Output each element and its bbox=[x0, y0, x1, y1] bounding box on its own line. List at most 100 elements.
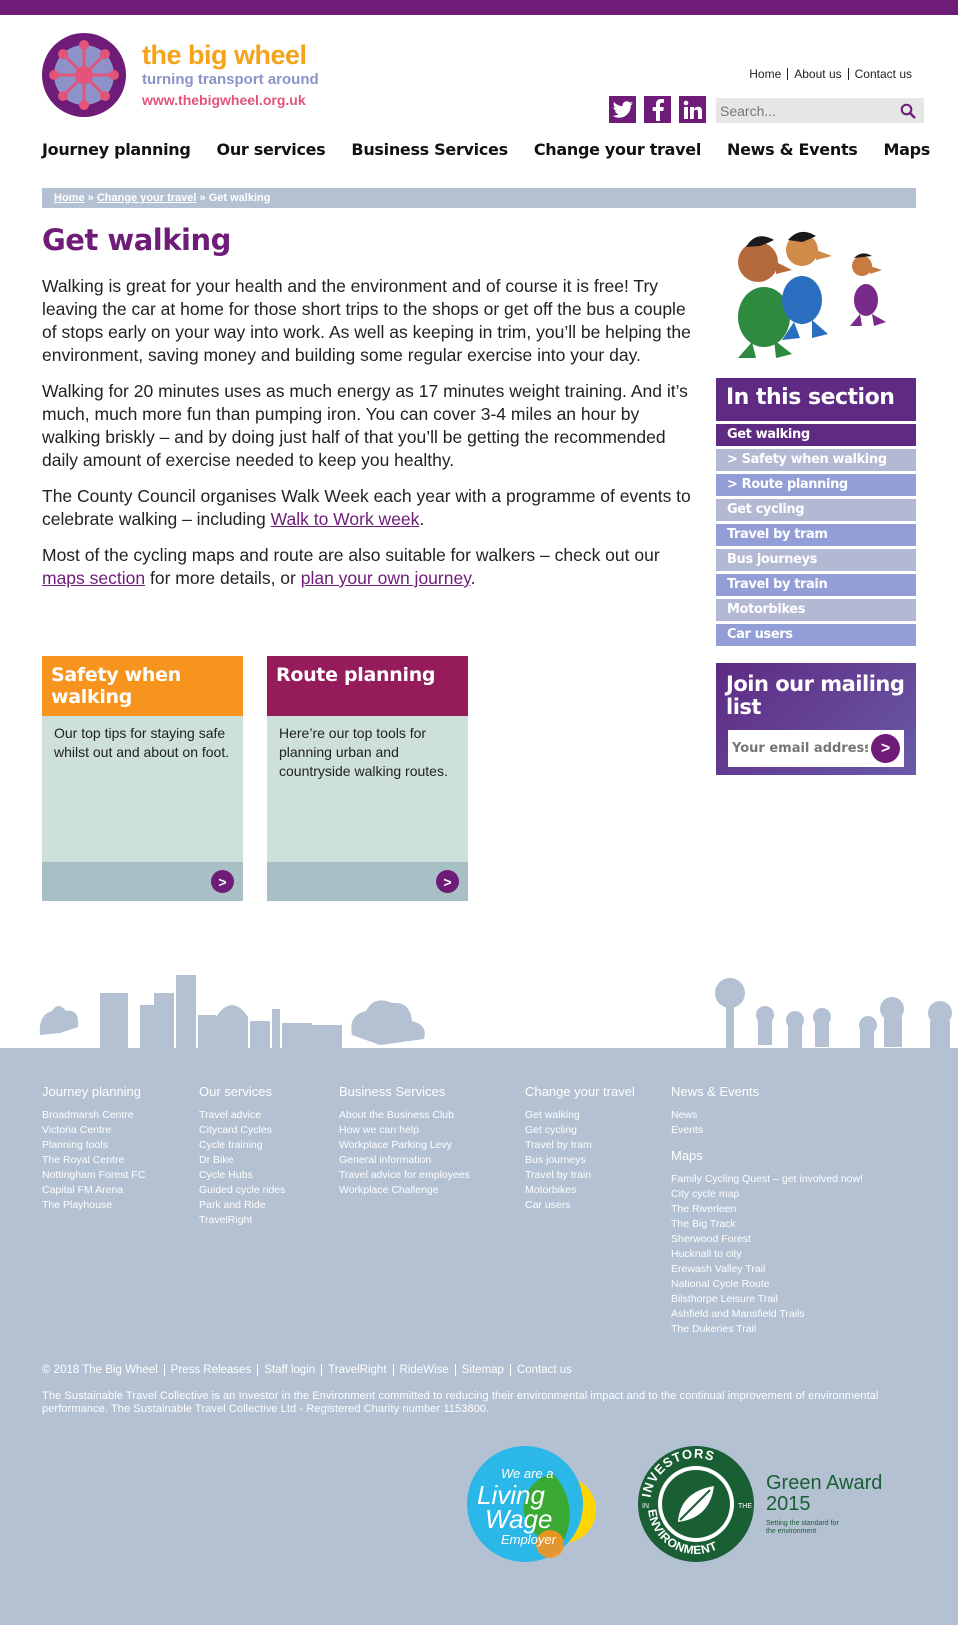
footer-link[interactable]: General information bbox=[339, 1153, 470, 1168]
footer-link[interactable]: Dr Bike bbox=[199, 1153, 285, 1168]
toplink-about[interactable]: About us bbox=[787, 68, 847, 80]
footer-link[interactable]: Travel advice for employees bbox=[339, 1168, 470, 1183]
badge-ring-in: IN bbox=[642, 1503, 649, 1510]
footer-link[interactable]: The Riverleen bbox=[671, 1202, 863, 1217]
footer-bottom-link[interactable]: Press Releases bbox=[163, 1364, 258, 1376]
logo-title: the big wheel bbox=[142, 40, 307, 70]
card-footer: > bbox=[42, 862, 243, 901]
sidebar-item-motorbikes[interactable]: Motorbikes bbox=[716, 599, 916, 621]
toplink-contact[interactable]: Contact us bbox=[847, 68, 912, 80]
footer-link[interactable]: Guided cycle rides bbox=[199, 1183, 285, 1198]
footer-link[interactable]: Workplace Parking Levy bbox=[339, 1138, 470, 1153]
footer-link[interactable]: Workplace Challenge bbox=[339, 1183, 470, 1198]
footer-link[interactable]: Car users bbox=[525, 1198, 635, 1213]
footer-link[interactable]: Planning tools bbox=[42, 1138, 145, 1153]
footer-link[interactable]: Bilsthorpe Leisure Trail bbox=[671, 1292, 863, 1307]
nav-maps[interactable]: Maps bbox=[884, 140, 931, 159]
sidebar-item-travel-by-train[interactable]: Travel by train bbox=[716, 574, 916, 596]
footer-link[interactable]: Get walking bbox=[525, 1108, 635, 1123]
footer-link[interactable]: Travel advice bbox=[199, 1108, 285, 1123]
footer-link[interactable]: The Dukeries Trail bbox=[671, 1322, 863, 1337]
search-box bbox=[716, 98, 924, 123]
arrow-right-icon[interactable]: > bbox=[211, 870, 234, 893]
footer-col-our-services: Our services Travel advice Citycard Cycl… bbox=[199, 1084, 285, 1228]
footer-link[interactable]: Park and Ride bbox=[199, 1198, 285, 1213]
logo-text: the big wheel turning transport around w… bbox=[142, 40, 319, 110]
badge-text: Employer bbox=[501, 1532, 557, 1547]
sidebar-item-get-walking[interactable]: Get walking bbox=[716, 424, 916, 446]
plan-journey-link[interactable]: plan your own journey bbox=[301, 568, 471, 588]
facebook-icon[interactable] bbox=[644, 96, 671, 123]
badge-ring-the: THE bbox=[738, 1503, 752, 1510]
sidebar-item-bus-journeys[interactable]: Bus journeys bbox=[716, 549, 916, 571]
sidebar-item-safety-when-walking[interactable]: > Safety when walking bbox=[716, 449, 916, 471]
section-sidebar: In this section Get walking > Safety whe… bbox=[716, 378, 916, 646]
footer-link[interactable]: Motorbikes bbox=[525, 1183, 635, 1198]
walk-to-work-link[interactable]: Walk to Work week bbox=[271, 509, 420, 529]
footer-link[interactable]: Hucknall to city bbox=[671, 1247, 863, 1262]
card-safety-when-walking[interactable]: Safety when walking Our top tips for sta… bbox=[42, 656, 243, 901]
footer-bottom-link[interactable]: Sitemap bbox=[454, 1364, 510, 1376]
badge-text: We are a bbox=[501, 1466, 554, 1481]
footer-link[interactable]: Erewash Valley Trail bbox=[671, 1262, 863, 1277]
footer-link[interactable]: Bus journeys bbox=[525, 1153, 635, 1168]
breadcrumb-parent[interactable]: Change your travel bbox=[97, 192, 197, 204]
footer-link[interactable]: Family Cycling Quest – get involved now! bbox=[671, 1172, 863, 1187]
toplink-home[interactable]: Home bbox=[743, 68, 787, 80]
nav-change-your-travel[interactable]: Change your travel bbox=[534, 140, 701, 159]
footer-bottom-link[interactable]: Contact us bbox=[509, 1364, 578, 1376]
footer-link[interactable]: News bbox=[671, 1108, 863, 1123]
footer-bottom-link[interactable]: Staff login bbox=[257, 1364, 321, 1376]
footer-link[interactable]: Broadmarsh Centre bbox=[42, 1108, 145, 1123]
nav-journey-planning[interactable]: Journey planning bbox=[42, 140, 191, 159]
footer-link[interactable]: City cycle map bbox=[671, 1187, 863, 1202]
footer-link[interactable]: The Royal Centre bbox=[42, 1153, 145, 1168]
header: the big wheel turning transport around w… bbox=[0, 15, 958, 125]
footer-col-news-events: News & Events News Events Maps Family Cy… bbox=[671, 1084, 863, 1337]
linkedin-icon[interactable] bbox=[679, 96, 706, 123]
nav-our-services[interactable]: Our services bbox=[217, 140, 326, 159]
logo[interactable]: the big wheel turning transport around w… bbox=[42, 33, 319, 117]
sidebar-item-car-users[interactable]: Car users bbox=[716, 624, 916, 646]
footer-link[interactable]: The Big Track bbox=[671, 1217, 863, 1232]
card-footer: > bbox=[267, 862, 468, 901]
arrow-right-icon[interactable]: > bbox=[436, 870, 459, 893]
footer-link[interactable]: TravelRight bbox=[199, 1213, 285, 1228]
nav-news-events[interactable]: News & Events bbox=[727, 140, 858, 159]
sidebar-item-get-cycling[interactable]: Get cycling bbox=[716, 499, 916, 521]
footer-link[interactable]: Capital FM Arena bbox=[42, 1183, 145, 1198]
footer-link[interactable]: National Cycle Route bbox=[671, 1277, 863, 1292]
footer-link[interactable]: Events bbox=[671, 1123, 863, 1138]
footer-link[interactable]: Travel by train bbox=[525, 1168, 635, 1183]
twitter-icon[interactable] bbox=[609, 96, 636, 123]
footer-bottom-link[interactable]: RideWise bbox=[392, 1364, 455, 1376]
footer-link[interactable]: Cycle Hubs bbox=[199, 1168, 285, 1183]
footer-link[interactable]: Get cycling bbox=[525, 1123, 635, 1138]
footer-link[interactable]: Victoria Centre bbox=[42, 1123, 145, 1138]
search-icon[interactable] bbox=[896, 99, 920, 123]
card-route-planning[interactable]: Route planning Here’re our top tools for… bbox=[267, 656, 468, 901]
footer-link[interactable]: About the Business Club bbox=[339, 1108, 470, 1123]
nav-business-services[interactable]: Business Services bbox=[351, 140, 508, 159]
footer-link[interactable]: Sherwood Forest bbox=[671, 1232, 863, 1247]
footer-link[interactable]: Nottingham Forest FC bbox=[42, 1168, 145, 1183]
footer-link[interactable]: The Playhouse bbox=[42, 1198, 145, 1213]
investors-environment-badge: INVESTORS ENVIRONMENT IN THE Green Award… bbox=[638, 1446, 882, 1562]
top-bar bbox=[0, 0, 958, 15]
sidebar-item-route-planning[interactable]: > Route planning bbox=[716, 474, 916, 496]
footer-link[interactable]: Ashfield and Mansfield Trails bbox=[671, 1307, 863, 1322]
email-field[interactable] bbox=[728, 733, 868, 764]
breadcrumb-home[interactable]: Home bbox=[54, 192, 85, 204]
footer-link[interactable]: Cycle training bbox=[199, 1138, 285, 1153]
footer-link[interactable]: Citycard Cycles bbox=[199, 1123, 285, 1138]
search-input[interactable] bbox=[716, 98, 896, 123]
sidebar-item-travel-by-tram[interactable]: Travel by tram bbox=[716, 524, 916, 546]
paragraph-text: . bbox=[419, 509, 425, 529]
footer-heading: Change your travel bbox=[525, 1084, 635, 1099]
maps-section-link[interactable]: maps section bbox=[42, 568, 145, 588]
footer-link[interactable]: Travel by tram bbox=[525, 1138, 635, 1153]
footer-bottom-link[interactable]: TravelRight bbox=[321, 1364, 392, 1376]
page-title: Get walking bbox=[42, 223, 231, 257]
submit-arrow-icon[interactable]: > bbox=[871, 734, 900, 763]
footer-link[interactable]: How we can help bbox=[339, 1123, 470, 1138]
